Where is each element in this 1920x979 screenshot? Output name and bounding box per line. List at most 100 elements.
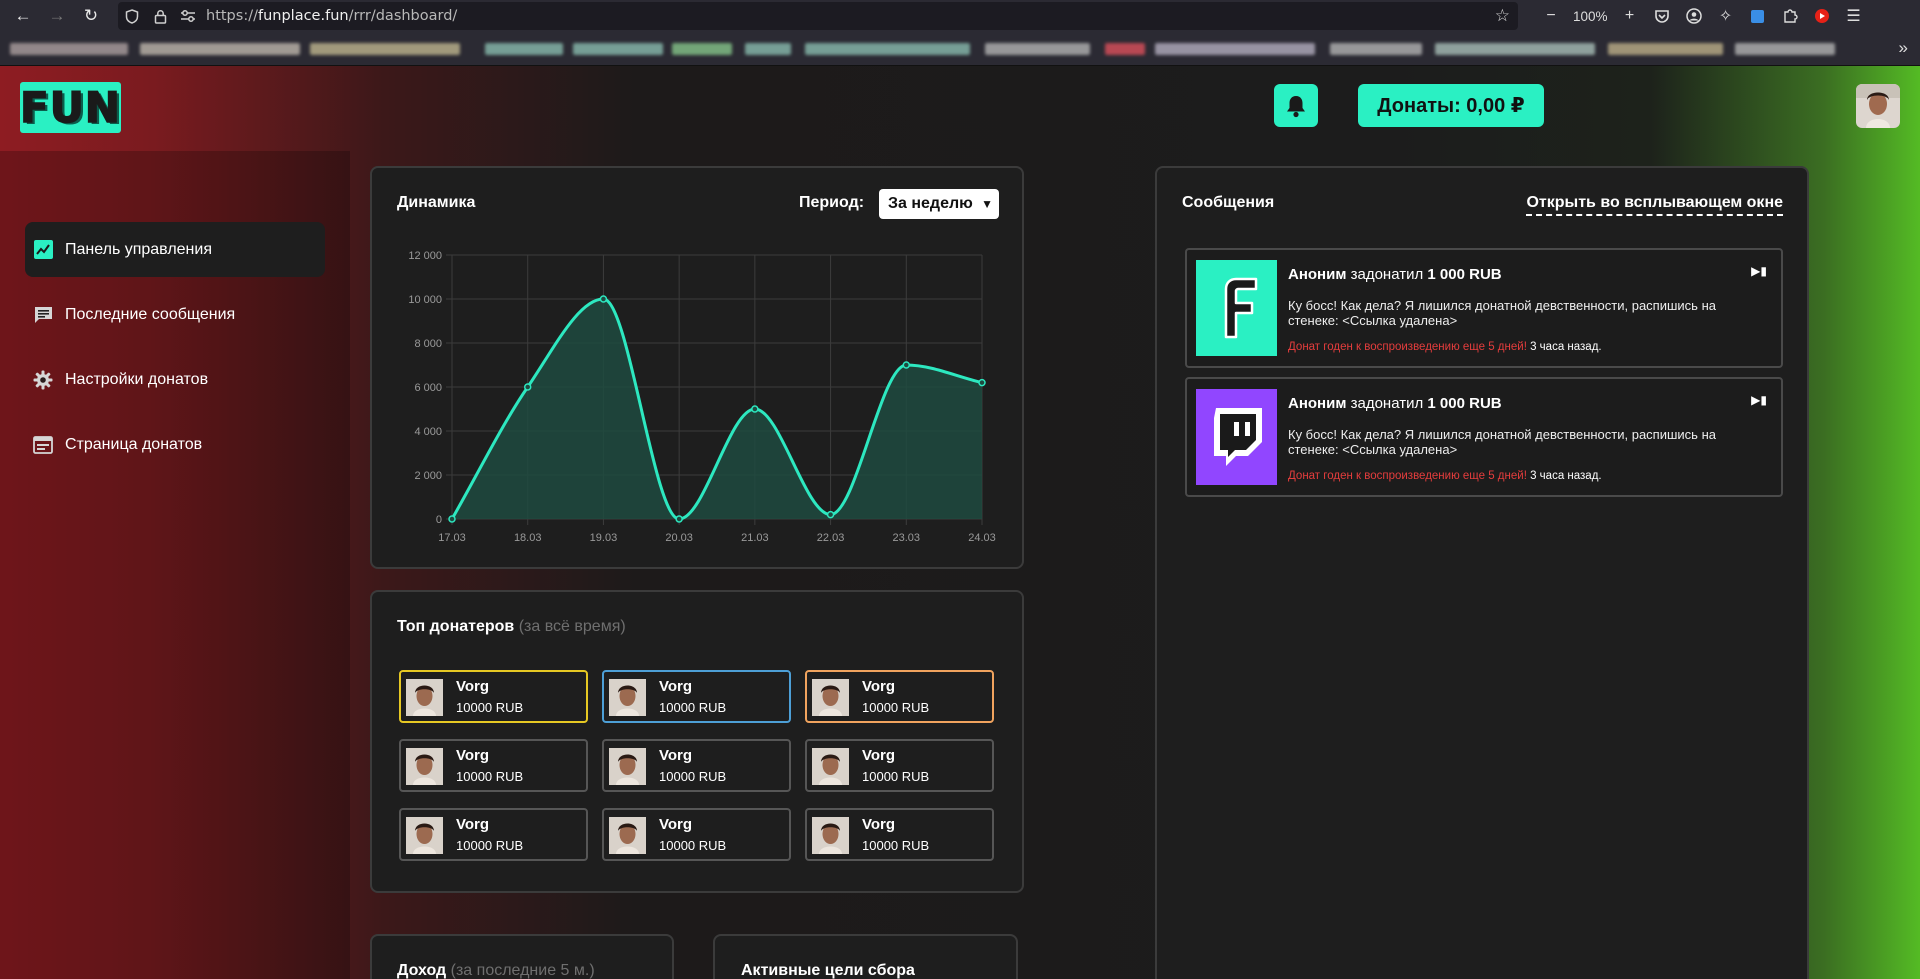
message-amount: 1 000 RUB bbox=[1427, 266, 1502, 283]
sidebar-item-label: Последние сообщения bbox=[65, 305, 236, 323]
x-tick-label: 17.03 bbox=[438, 532, 466, 544]
play-skip-icon[interactable]: ▶▮ bbox=[1751, 393, 1767, 407]
donor-card[interactable]: Vorg 10000 RUB bbox=[805, 670, 994, 723]
x-tick-label: 18.03 bbox=[514, 532, 542, 544]
donor-name: Vorg bbox=[862, 816, 896, 833]
y-tick-label: 12 000 bbox=[408, 250, 442, 262]
bookmark-item[interactable] bbox=[10, 43, 128, 55]
bookmark-item[interactable] bbox=[672, 43, 732, 55]
y-tick-label: 8 000 bbox=[414, 338, 442, 350]
donor-card[interactable]: Vorg 10000 RUB bbox=[602, 739, 791, 792]
zoom-out-button[interactable]: − bbox=[1535, 0, 1567, 32]
donor-card[interactable]: Vorg 10000 RUB bbox=[602, 670, 791, 723]
bookmark-item[interactable] bbox=[573, 43, 663, 55]
donor-card[interactable]: Vorg 10000 RUB bbox=[602, 808, 791, 861]
forward-button[interactable]: → bbox=[40, 0, 74, 32]
donor-name: Vorg bbox=[659, 747, 693, 764]
sidebar-item-messages[interactable]: Последние сообщения bbox=[25, 287, 325, 342]
bookmark-item[interactable] bbox=[985, 43, 1090, 55]
message-time: 3 часа назад. bbox=[1530, 341, 1602, 353]
donor-card[interactable]: Vorg 10000 RUB bbox=[399, 739, 588, 792]
message-header: Аноним задонатил 1 000 RUB bbox=[1288, 266, 1502, 283]
gear-icon bbox=[33, 370, 53, 390]
message-valid-text: Донат годен к воспроизведению еще 5 дней… bbox=[1288, 470, 1527, 482]
funplace-f-icon bbox=[1196, 260, 1277, 356]
donor-avatar bbox=[406, 679, 443, 716]
bookmark-item[interactable] bbox=[485, 43, 563, 55]
dynamics-chart: 0 2 000 4 000 6 000 8 000 10 000 12 000 17.03 18… bbox=[408, 250, 995, 544]
bookmark-item[interactable] bbox=[140, 43, 300, 55]
lock-icon[interactable] bbox=[146, 9, 174, 24]
bookmark-item[interactable] bbox=[805, 43, 970, 55]
sidebar-item-donation-page[interactable]: Страница донатов bbox=[25, 417, 325, 472]
bookmark-item[interactable] bbox=[1105, 43, 1145, 55]
sidebar-item-label: Настройки донатов bbox=[65, 370, 209, 388]
bookmark-item[interactable] bbox=[1735, 43, 1835, 55]
donor-amount: 10000 RUB bbox=[659, 838, 727, 853]
bookmark-item[interactable] bbox=[745, 43, 791, 55]
app-menu-icon[interactable]: ☰ bbox=[1838, 0, 1870, 32]
user-avatar[interactable] bbox=[1856, 84, 1900, 128]
donor-card[interactable]: Vorg 10000 RUB bbox=[805, 739, 994, 792]
zoom-level[interactable]: 100% bbox=[1567, 9, 1614, 24]
messages-card: Сообщения Открыть во всплывающем окне Ан… bbox=[1155, 166, 1809, 979]
sidebar-item-label: Страница донатов bbox=[65, 435, 203, 453]
reload-button[interactable]: ↻ bbox=[74, 0, 108, 32]
donations-balance-button[interactable]: Донаты: 0,00 ₽ bbox=[1358, 84, 1544, 127]
back-button[interactable]: ← bbox=[6, 0, 40, 32]
top-donors-subtitle: (за всё время) bbox=[518, 618, 626, 635]
bookmark-item[interactable] bbox=[1608, 43, 1723, 55]
bookmark-item[interactable] bbox=[1155, 43, 1315, 55]
y-tick-label: 4 000 bbox=[414, 426, 442, 438]
account-icon[interactable] bbox=[1678, 0, 1710, 32]
data-point bbox=[751, 405, 759, 413]
address-bar[interactable]: https://funplace.fun/rrr/dashboard/ ☆ bbox=[118, 2, 1518, 30]
bookmark-star-icon[interactable]: ☆ bbox=[1495, 6, 1510, 26]
open-popup-link[interactable]: Открыть во всплывающем окне bbox=[1526, 194, 1783, 216]
bookmarks-overflow-icon[interactable]: » bbox=[1899, 38, 1908, 58]
play-skip-icon[interactable]: ▶▮ bbox=[1751, 264, 1767, 278]
donor-avatar bbox=[812, 748, 849, 785]
donor-name: Vorg bbox=[862, 678, 896, 695]
goals-card: Активные цели сбора bbox=[713, 934, 1018, 979]
extension-blue-icon[interactable] bbox=[1742, 0, 1774, 32]
url-prefix: https:// bbox=[206, 8, 258, 24]
site-logo[interactable]: FUN bbox=[19, 82, 121, 133]
donor-card[interactable]: Vorg 10000 RUB bbox=[399, 670, 588, 723]
top-donors-title: Топ донатеров (за всё время) bbox=[397, 618, 626, 636]
data-point bbox=[448, 515, 456, 523]
screenshot-tool-icon[interactable]: ✧ bbox=[1710, 0, 1742, 32]
data-point bbox=[523, 383, 532, 391]
twitch-icon bbox=[1196, 389, 1277, 485]
message-text: Ку босс! Как дела? Я лишился донатной де… bbox=[1288, 298, 1716, 328]
donor-avatar bbox=[609, 817, 646, 854]
donor-avatar bbox=[609, 748, 646, 785]
donor-avatar bbox=[406, 817, 443, 854]
donor-amount: 10000 RUB bbox=[456, 838, 524, 853]
bookmark-item[interactable] bbox=[310, 43, 460, 55]
sidebar-item-donation-settings[interactable]: Настройки донатов bbox=[25, 352, 325, 407]
donor-amount: 10000 RUB bbox=[456, 700, 524, 715]
bell-icon bbox=[1287, 95, 1305, 117]
site-permissions-icon[interactable] bbox=[174, 9, 202, 23]
extensions-puzzle-icon[interactable] bbox=[1774, 0, 1806, 32]
donor-card[interactable]: Vorg 10000 RUB bbox=[399, 808, 588, 861]
bookmark-item[interactable] bbox=[1435, 43, 1595, 55]
bookmark-item[interactable] bbox=[1330, 43, 1422, 55]
notifications-button[interactable] bbox=[1274, 84, 1318, 127]
shield-icon[interactable] bbox=[118, 8, 146, 24]
bookmarks-bar: » bbox=[0, 32, 1920, 66]
url-text[interactable]: https://funplace.fun/rrr/dashboard/ bbox=[206, 8, 457, 24]
y-tick-label: 6 000 bbox=[414, 382, 442, 394]
sidebar-item-dashboard[interactable]: Панель управления bbox=[25, 222, 325, 277]
zoom-in-button[interactable]: + bbox=[1614, 0, 1646, 32]
income-heading: Доход bbox=[397, 962, 447, 979]
series-area bbox=[452, 299, 982, 519]
sidebar: Панель управления Последние сообщения На… bbox=[0, 151, 350, 979]
youtube-extension-icon[interactable] bbox=[1806, 0, 1838, 32]
logo-text: FUN bbox=[19, 82, 121, 133]
pocket-icon[interactable] bbox=[1646, 0, 1678, 32]
donor-card[interactable]: Vorg 10000 RUB bbox=[805, 808, 994, 861]
x-tick-label: 21.03 bbox=[741, 532, 769, 544]
page-icon bbox=[33, 435, 53, 455]
